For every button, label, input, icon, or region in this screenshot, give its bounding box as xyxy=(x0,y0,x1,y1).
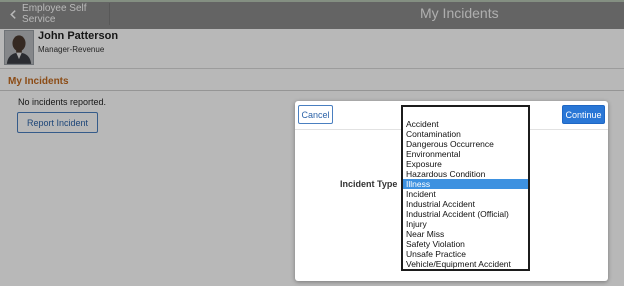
dropdown-option[interactable]: Contamination xyxy=(403,129,528,139)
cancel-button[interactable]: Cancel xyxy=(298,105,333,124)
dropdown-option[interactable]: Industrial Accident xyxy=(403,199,528,209)
dropdown-option[interactable]: Illness xyxy=(403,179,528,189)
dropdown-option[interactable]: Injury xyxy=(403,219,528,229)
dropdown-option[interactable]: Vehicle/Equipment Accident xyxy=(403,259,528,269)
incident-type-dropdown-list[interactable]: Accident Contamination Dangerous Occurrenc… xyxy=(401,105,530,271)
incident-type-modal: Cancel Continue Incident Type Accident Co… xyxy=(295,101,608,281)
incident-type-label: Incident Type xyxy=(340,179,398,189)
dropdown-option[interactable]: Dangerous Occurrence xyxy=(403,139,528,149)
dropdown-option[interactable]: Industrial Accident (Official) xyxy=(403,209,528,219)
dropdown-option[interactable]: Exposure xyxy=(403,159,528,169)
dropdown-option[interactable]: Accident xyxy=(403,119,528,129)
dropdown-option[interactable]: Safety Violation xyxy=(403,239,528,249)
dropdown-option[interactable]: Environmental xyxy=(403,149,528,159)
dropdown-option[interactable]: Unsafe Practice xyxy=(403,249,528,259)
dropdown-option[interactable]: Incident xyxy=(403,189,528,199)
dropdown-option[interactable]: Hazardous Condition xyxy=(403,169,528,179)
dropdown-option[interactable]: Near Miss xyxy=(403,229,528,239)
continue-button[interactable]: Continue xyxy=(562,105,605,124)
